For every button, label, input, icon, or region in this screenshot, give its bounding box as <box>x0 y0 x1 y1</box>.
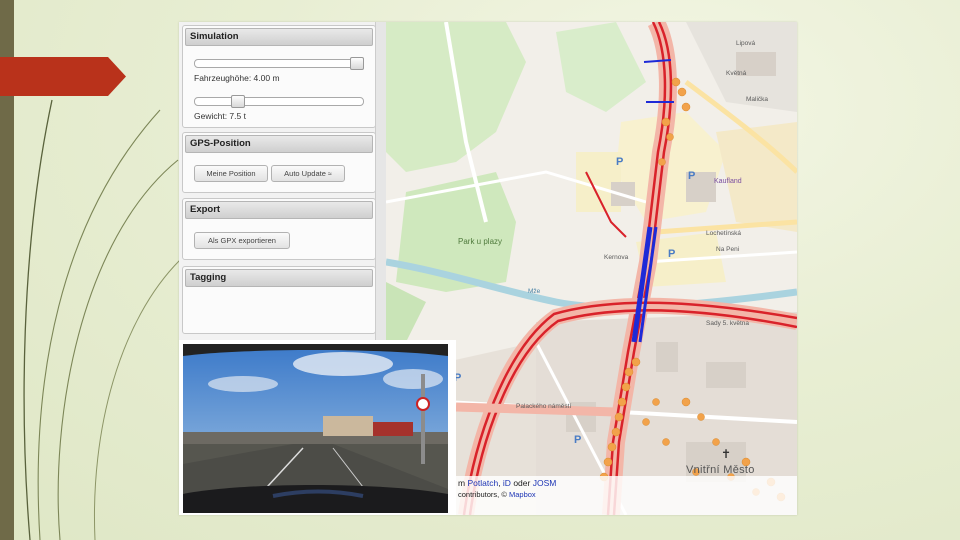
camera-photo <box>179 340 456 515</box>
weight-label: Gewicht: 7.5 t <box>194 111 246 121</box>
simulation-section: Simulation Fahrzeughöhe: 4.00 m Gewicht:… <box>182 25 376 128</box>
map-label-kernova: Kernova <box>604 254 629 261</box>
auto-update-button[interactable]: Auto Update ≈ <box>271 165 345 182</box>
rss-icon: ≈ <box>327 171 332 178</box>
export-gpx-button[interactable]: Als GPX exportieren <box>194 232 290 249</box>
parking-marker: P <box>688 170 696 182</box>
attrib-contributors: contributors, © <box>458 490 507 499</box>
map-attribution: m Potlatch, iD oder JOSM contributors, ©… <box>454 476 797 515</box>
attrib-oder: oder <box>513 478 531 488</box>
id-link[interactable]: iD <box>503 478 511 488</box>
simulation-header[interactable]: Simulation <box>185 28 373 46</box>
map-label-palackeho: Palackého náměstí <box>516 403 572 410</box>
height-label: Fahrzeughöhe: 4.00 m <box>194 73 280 83</box>
mapbox-link[interactable]: Mapbox <box>509 490 536 499</box>
attrib-edit-prefix: m <box>458 478 466 488</box>
map-label-kvetna: Květná <box>726 70 747 77</box>
auto-update-label: Auto Update <box>284 169 326 178</box>
map-label-libova: Lipová <box>736 40 756 47</box>
parking-marker: P <box>616 156 624 168</box>
export-header[interactable]: Export <box>185 201 373 219</box>
gps-section: GPS-Position Meine Position Auto Update … <box>182 132 376 193</box>
tagging-section: Tagging <box>182 266 376 334</box>
street-view-image <box>183 344 448 513</box>
panel-scrollbar[interactable] <box>375 22 386 340</box>
map-label-sady5: Sady 5. května <box>706 320 749 327</box>
weight-slider[interactable] <box>194 97 364 106</box>
gps-header[interactable]: GPS-Position <box>185 135 373 153</box>
accent-arrow <box>0 57 126 96</box>
my-position-button[interactable]: Meine Position <box>194 165 268 182</box>
parking-marker: P <box>574 434 582 446</box>
potlatch-link[interactable]: Potlatch <box>467 478 498 488</box>
map-label-vnitrni: Vnitřní Město <box>686 464 755 476</box>
map-label-park: Park u plazy <box>458 237 503 246</box>
map-label-kaufland: Kaufland <box>714 178 742 185</box>
map-label-malicka: Malička <box>746 96 769 103</box>
weight-slider-thumb[interactable] <box>231 95 246 108</box>
app-screenshot: Simulation Fahrzeughöhe: 4.00 m Gewicht:… <box>179 22 797 515</box>
map-label-mze: Mže <box>528 288 541 295</box>
cross-icon: ✝ <box>721 447 732 461</box>
map-label-na-pene: Na Peni <box>716 246 740 253</box>
height-slider-thumb[interactable] <box>350 57 364 70</box>
height-slider[interactable] <box>194 59 364 68</box>
parking-marker: P <box>668 248 676 260</box>
tagging-header[interactable]: Tagging <box>185 269 373 287</box>
map-label-lochetinska: Lochetínská <box>706 230 742 237</box>
josm-link[interactable]: JOSM <box>533 478 557 488</box>
export-section: Export Als GPX exportieren <box>182 198 376 260</box>
